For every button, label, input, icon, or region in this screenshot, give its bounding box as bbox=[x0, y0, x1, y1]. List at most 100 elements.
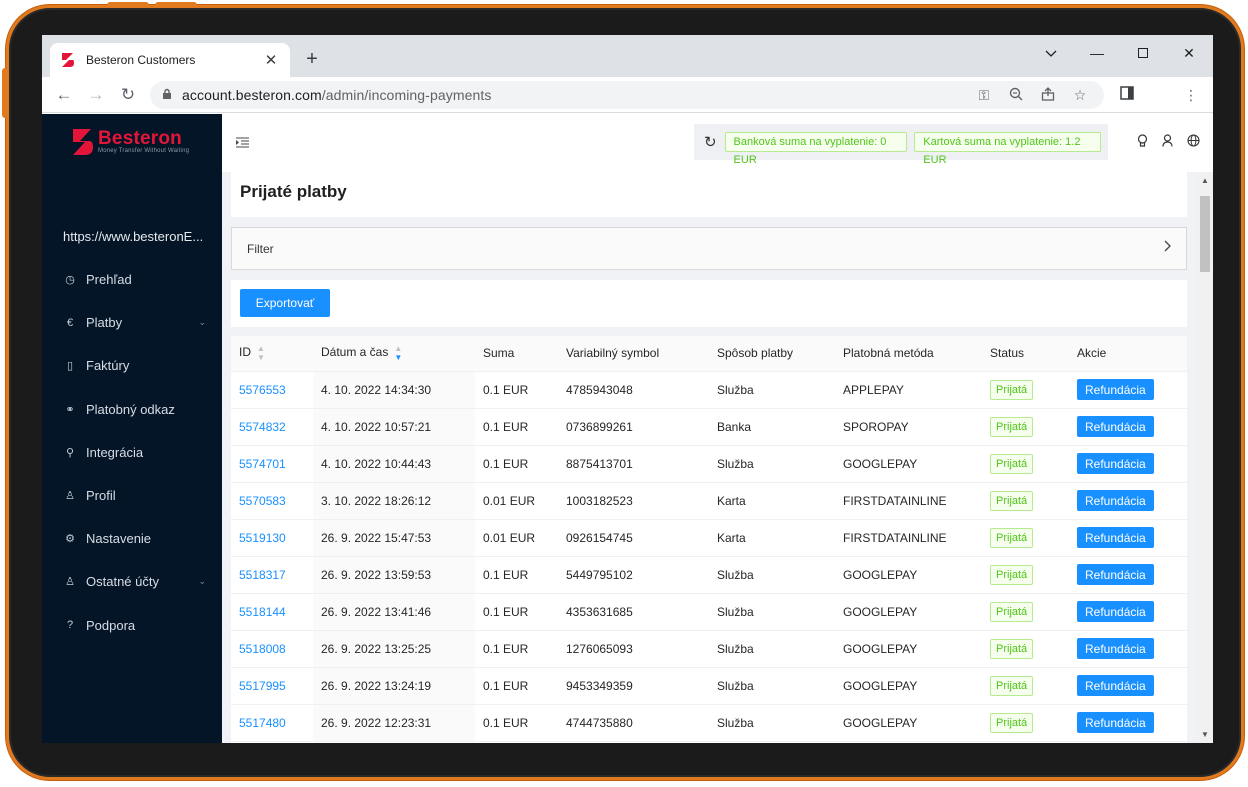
bookmark-star-icon[interactable]: ☆ bbox=[1068, 87, 1092, 104]
globe-icon[interactable] bbox=[1184, 134, 1202, 150]
sidebar-item-link[interactable]: ⚭ Platobný odkaz bbox=[42, 388, 222, 431]
back-arrow-icon[interactable]: ← bbox=[52, 83, 76, 107]
cell-amount: 0.01 EUR bbox=[475, 482, 558, 520]
sidebar-item-question[interactable]: ? Podpora bbox=[42, 604, 222, 647]
app: Besteron Money Transfer Without Waiting … bbox=[42, 114, 1213, 743]
sidebar-item-settings[interactable]: ⚙ Nastavenie bbox=[42, 517, 222, 560]
table-row: 5517480 26. 9. 2022 12:23:31 0.1 EUR 474473… bbox=[231, 704, 1187, 742]
payment-id-link[interactable]: 5518008 bbox=[239, 642, 286, 656]
column-header[interactable]: ID ▲ ▼ bbox=[231, 336, 313, 372]
scroll-up-icon[interactable]: ▲ bbox=[1201, 176, 1209, 185]
cell-amount: 0.1 EUR bbox=[475, 445, 558, 483]
refund-button[interactable]: Refundácia bbox=[1077, 453, 1154, 474]
refund-button[interactable]: Refundácia bbox=[1077, 712, 1154, 733]
user-icon[interactable] bbox=[1158, 134, 1176, 150]
cell-method: GOOGLEPAY bbox=[835, 556, 982, 594]
refund-button[interactable]: Refundácia bbox=[1077, 564, 1154, 585]
status-badge: Prijatá bbox=[990, 675, 1034, 696]
payment-id-link[interactable]: 5517480 bbox=[239, 716, 286, 730]
besteron-logo[interactable]: Besteron Money Transfer Without Waiting bbox=[72, 128, 189, 156]
payment-id-link[interactable]: 5518317 bbox=[239, 568, 286, 582]
maximize-button[interactable] bbox=[1120, 41, 1166, 65]
table-row: 5519130 26. 9. 2022 15:47:53 0.01 EUR 09261… bbox=[231, 519, 1187, 557]
payment-id-link[interactable]: 5570583 bbox=[239, 494, 286, 508]
column-header-label: Suma bbox=[483, 346, 515, 361]
cell-text: Služba bbox=[717, 641, 754, 656]
zoom-icon[interactable] bbox=[1004, 87, 1028, 104]
refund-button[interactable]: Refundácia bbox=[1077, 490, 1154, 511]
forward-arrow-icon[interactable]: → bbox=[84, 83, 108, 107]
refund-button[interactable]: Refundácia bbox=[1077, 416, 1154, 437]
chevron-down-icon: ⌄ bbox=[198, 576, 206, 587]
reload-icon[interactable]: ↻ bbox=[116, 83, 140, 107]
close-window-button[interactable]: ✕ bbox=[1166, 41, 1212, 65]
column-header: Suma bbox=[475, 336, 558, 372]
new-tab-button[interactable]: + bbox=[300, 47, 324, 71]
sidebar-item-dashboard[interactable]: ◷ Prehľad bbox=[42, 258, 222, 301]
cell-datetime: 4. 10. 2022 14:34:30 bbox=[313, 371, 475, 409]
sidebar-item-api[interactable]: ⚲ Integrácia bbox=[42, 431, 222, 474]
device-button bbox=[107, 2, 149, 8]
cell-status: Prijatá bbox=[982, 556, 1069, 594]
cell-way: Služba bbox=[709, 445, 835, 483]
cell-text: 1276065093 bbox=[566, 641, 633, 656]
cell-text: 26. 9. 2022 13:41:46 bbox=[321, 604, 432, 619]
export-button[interactable]: Exportovať bbox=[240, 289, 330, 317]
device-button bbox=[155, 2, 197, 8]
site-url[interactable]: https://www.besteronE... bbox=[63, 229, 203, 244]
dashboard-icon: ◷ bbox=[65, 274, 75, 287]
refund-button[interactable]: Refundácia bbox=[1077, 601, 1154, 622]
status-badge: Prijatá bbox=[990, 638, 1034, 659]
refund-button[interactable]: Refundácia bbox=[1077, 527, 1154, 548]
sort-icon[interactable]: ▲ ▼ bbox=[257, 344, 265, 362]
cell-datetime: 26. 9. 2022 12:23:31 bbox=[313, 704, 475, 742]
cell-text: GOOGLEPAY bbox=[843, 567, 918, 582]
sidebar-item-euro[interactable]: € Platby ⌄ bbox=[42, 301, 222, 344]
cell-way: Služba bbox=[709, 630, 835, 668]
scroll-thumb[interactable] bbox=[1200, 196, 1210, 272]
browser-tab[interactable]: Besteron Customers ✕ bbox=[50, 43, 290, 77]
vertical-scrollbar[interactable]: ▲ ▼ bbox=[1197, 172, 1213, 743]
sidebar-item-users[interactable]: ♙ Ostatné účty ⌄ bbox=[42, 560, 222, 603]
refund-button[interactable]: Refundácia bbox=[1077, 638, 1154, 659]
tab-search-icon[interactable] bbox=[1028, 41, 1074, 65]
chevron-down-icon: ⌄ bbox=[198, 317, 206, 328]
cell-id: 5518008 bbox=[231, 630, 313, 668]
column-header-label: Spôsob platby bbox=[717, 346, 794, 361]
close-tab-icon[interactable]: ✕ bbox=[262, 51, 280, 69]
cell-datetime: 26. 9. 2022 13:25:25 bbox=[313, 630, 475, 668]
refresh-icon[interactable]: ↻ bbox=[702, 133, 719, 151]
minimize-button[interactable]: — bbox=[1074, 41, 1120, 65]
menu-fold-icon[interactable] bbox=[236, 136, 249, 151]
payment-id-link[interactable]: 5576553 bbox=[239, 383, 286, 397]
payment-id-link[interactable]: 5519130 bbox=[239, 531, 286, 545]
cell-id: 5574701 bbox=[231, 445, 313, 483]
refund-button[interactable]: Refundácia bbox=[1077, 379, 1154, 400]
lock-icon bbox=[162, 88, 172, 103]
payment-id-link[interactable]: 5574701 bbox=[239, 457, 286, 471]
column-header-label: ID bbox=[239, 345, 251, 360]
sidebar-item-file[interactable]: ▯ Faktúry bbox=[42, 344, 222, 387]
filter-panel[interactable]: Filter bbox=[231, 227, 1187, 270]
column-header[interactable]: Dátum a čas ▲ ▼ bbox=[313, 336, 475, 372]
refund-button[interactable]: Refundácia bbox=[1077, 675, 1154, 696]
address-bar[interactable]: account.besteron.com/admin/incoming-paym… bbox=[150, 81, 1104, 109]
bank-sum-badge: Banková suma na vyplatenie: 0 EUR bbox=[724, 132, 908, 166]
sidebar-item-user[interactable]: ♙ Profil bbox=[42, 474, 222, 517]
sort-desc-icon[interactable]: ▲ ▼ bbox=[394, 344, 402, 362]
payment-id-link[interactable]: 5517995 bbox=[239, 679, 286, 693]
bulb-icon[interactable] bbox=[1133, 134, 1151, 151]
scroll-down-icon[interactable]: ▼ bbox=[1201, 730, 1209, 739]
key-icon[interactable]: ⚿ bbox=[972, 87, 996, 104]
cell-way: Služba bbox=[709, 556, 835, 594]
side-panel-icon[interactable] bbox=[1115, 83, 1139, 107]
cell-action: Refundácia bbox=[1069, 482, 1187, 520]
cell-id: 5576553 bbox=[231, 371, 313, 409]
cell-vs: 5449795102 bbox=[558, 556, 709, 594]
payment-id-link[interactable]: 5574832 bbox=[239, 420, 286, 434]
more-menu-icon[interactable]: ⋮ bbox=[1179, 83, 1203, 107]
payment-id-link[interactable]: 5518144 bbox=[239, 605, 286, 619]
cell-amount: 0.1 EUR bbox=[475, 667, 558, 705]
share-icon[interactable] bbox=[1036, 86, 1060, 104]
cell-text: GOOGLEPAY bbox=[843, 715, 918, 730]
